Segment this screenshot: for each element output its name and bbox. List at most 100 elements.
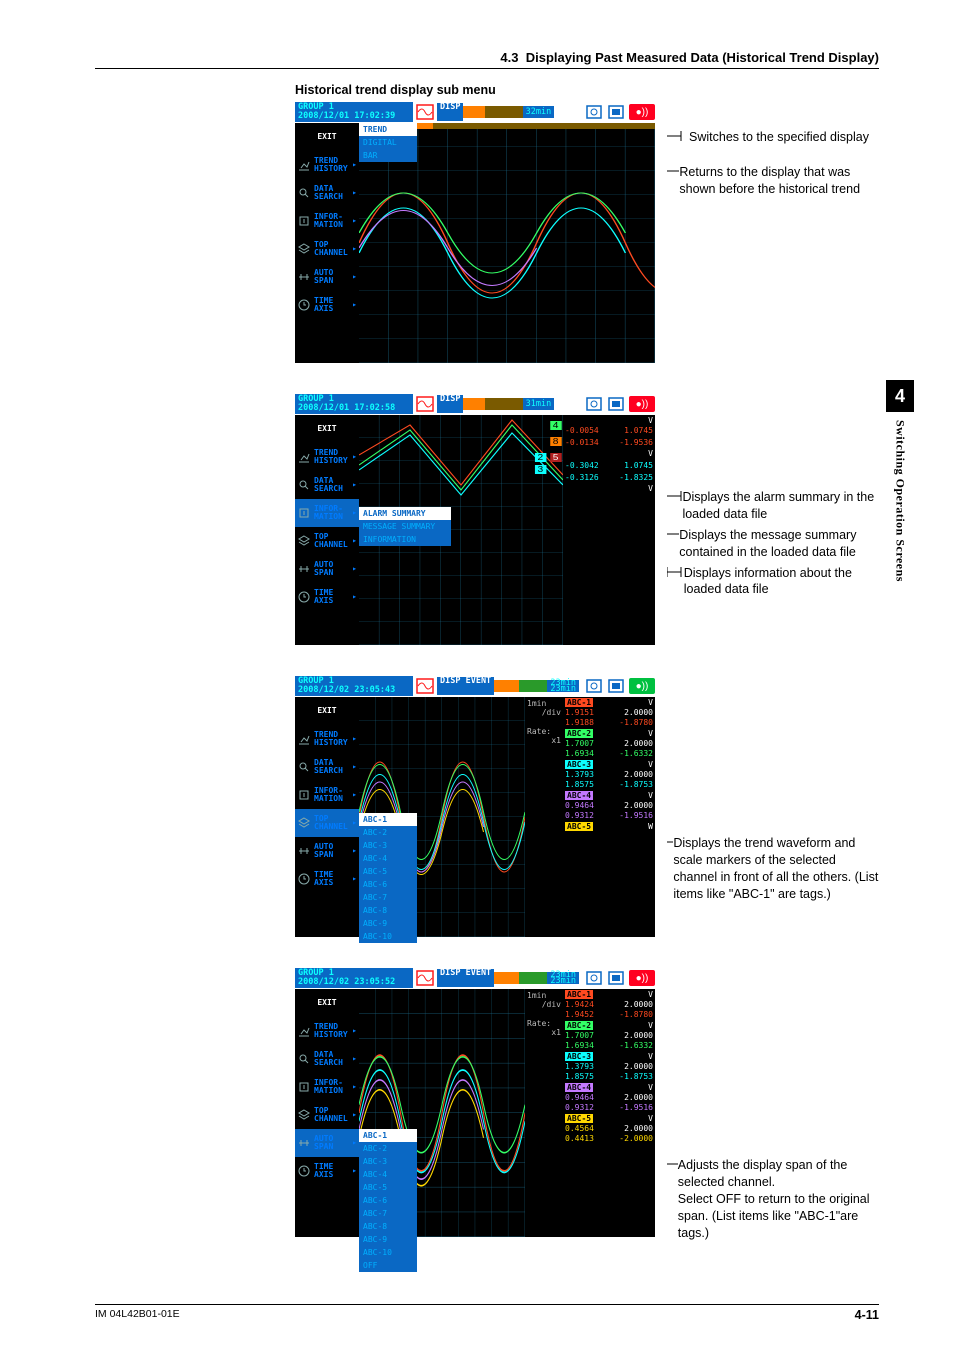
submenu-item[interactable]: ABC-10	[359, 1246, 417, 1259]
anno-fig2-2: Displays the message summary contained i…	[679, 527, 879, 561]
menu-data-search[interactable]: DATA SEARCH▸	[295, 753, 359, 781]
anno-fig4-2: Select OFF to return to the original spa…	[678, 1191, 879, 1242]
chevron-right-icon: ▸	[352, 481, 357, 489]
submenu-item[interactable]: ABC-3	[359, 1155, 417, 1168]
menu-trend-history[interactable]: TREND HISTORY▸	[295, 443, 359, 471]
menu-exit[interactable]: EXIT	[295, 989, 359, 1017]
submenu-item[interactable]: ALARM SUMMARY	[359, 507, 451, 520]
time-span: 32min	[523, 106, 555, 118]
chart-icon	[297, 158, 311, 172]
menu-top-channel[interactable]: TOP CHANNEL▸	[295, 809, 359, 837]
menu-exit[interactable]: EXIT	[295, 697, 359, 725]
submenu-item[interactable]: ABC-6	[359, 878, 417, 891]
wave-icon	[416, 970, 434, 986]
submenu-item[interactable]: OFF	[359, 1259, 417, 1272]
chevron-right-icon: ▸	[352, 847, 357, 855]
layers-icon	[297, 816, 311, 830]
menu-top-channel[interactable]: TOP CHANNEL▸	[295, 1101, 359, 1129]
submenu-item[interactable]: ABC-4	[359, 1168, 417, 1181]
menu-trend-history[interactable]: TREND HISTORY▸	[295, 151, 359, 179]
menu-auto-span[interactable]: AUTO SPAN▸	[295, 263, 359, 291]
menu-exit[interactable]: EXIT	[295, 123, 359, 151]
menu-time-axis[interactable]: TIME AXIS▸	[295, 583, 359, 611]
usb-icon	[607, 104, 625, 120]
submenu-item[interactable]: ABC-7	[359, 1207, 417, 1220]
submenu-item[interactable]: BAR	[359, 149, 417, 162]
record-indicator-icon: ●))	[629, 396, 655, 412]
time-span: 31min	[523, 398, 555, 410]
section-header: 4.3 Displaying Past Measured Data (Histo…	[95, 50, 879, 69]
layers-icon	[297, 242, 311, 256]
submenu-item[interactable]: ABC-9	[359, 917, 417, 930]
submenu-item[interactable]: ABC-9	[359, 1233, 417, 1246]
span-icon	[297, 844, 311, 858]
submenu-item[interactable]: ABC-6	[359, 1194, 417, 1207]
info-icon	[297, 506, 311, 520]
channel-values: V-0.00541.0745-0.0134-1.9536V-0.30421.07…	[563, 415, 655, 645]
info-icon	[297, 1080, 311, 1094]
menu-time-axis[interactable]: TIME AXIS▸	[295, 865, 359, 893]
chevron-right-icon: ▸	[352, 819, 357, 827]
submenu-item[interactable]: ABC-1	[359, 1129, 417, 1142]
figure-4: GROUP 12008/12/02 23:05:52 DISP EVENT 23…	[95, 967, 879, 1245]
menu-data-search[interactable]: DATA SEARCH▸	[295, 179, 359, 207]
submenu-item[interactable]: ABC-2	[359, 826, 417, 839]
svg-text:3: 3	[538, 465, 544, 474]
menu-data-search[interactable]: DATA SEARCH▸	[295, 1045, 359, 1073]
menu-infor-mation[interactable]: INFOR- MATION▸	[295, 781, 359, 809]
submenu-item[interactable]: INFORMATION	[359, 533, 451, 546]
doc-number: IM 04L42B01-01E	[95, 1308, 180, 1322]
wave-icon	[416, 396, 434, 412]
layers-icon	[297, 534, 311, 548]
usb-icon	[607, 396, 625, 412]
connector-icon	[667, 129, 689, 143]
group-timestamp: GROUP 12008/12/01 17:02:58	[295, 394, 413, 414]
submenu-item[interactable]: MESSAGE SUMMARY	[359, 520, 451, 533]
submenu-item[interactable]: ABC-10	[359, 930, 417, 943]
connector-icon	[667, 527, 679, 541]
anno-fig2-3: Displays information about the loaded da…	[684, 565, 879, 599]
clock-sync-icon	[585, 970, 603, 986]
record-indicator-icon: ●))	[629, 104, 655, 120]
info-icon	[297, 788, 311, 802]
menu-auto-span[interactable]: AUTO SPAN▸	[295, 555, 359, 583]
submenu-item[interactable]: TREND	[359, 123, 417, 136]
menu-auto-span[interactable]: AUTO SPAN▸	[295, 837, 359, 865]
menu-data-search[interactable]: DATA SEARCH▸	[295, 471, 359, 499]
submenu-item[interactable]: ABC-1	[359, 813, 417, 826]
figure-caption: Historical trend display sub menu	[295, 83, 879, 97]
submenu-item[interactable]: DIGITAL	[359, 136, 417, 149]
menu-time-axis[interactable]: TIME AXIS▸	[295, 1157, 359, 1185]
menu-infor-mation[interactable]: INFOR- MATION▸	[295, 207, 359, 235]
info-icon	[297, 214, 311, 228]
submenu-item[interactable]: ABC-4	[359, 852, 417, 865]
submenu-item[interactable]: ABC-8	[359, 1220, 417, 1233]
svg-text:4: 4	[553, 421, 559, 430]
menu-trend-history[interactable]: TREND HISTORY▸	[295, 725, 359, 753]
submenu-item[interactable]: ABC-7	[359, 891, 417, 904]
screenshot-fig2: GROUP 12008/12/01 17:02:58 DISP 31min ●)…	[295, 393, 655, 645]
menu-top-channel[interactable]: TOP CHANNEL▸	[295, 235, 359, 263]
chevron-right-icon: ▸	[352, 791, 357, 799]
search-icon	[297, 760, 311, 774]
submenu-item[interactable]: ABC-8	[359, 904, 417, 917]
chevron-right-icon: ▸	[352, 1111, 357, 1119]
group-timestamp: GROUP 12008/12/02 23:05:52	[295, 968, 413, 988]
svg-text:5: 5	[553, 453, 559, 462]
menu-exit[interactable]: EXIT	[295, 415, 359, 443]
span-icon	[297, 1136, 311, 1150]
menu-infor-mation[interactable]: INFOR- MATION▸	[295, 499, 359, 527]
submenu-item[interactable]: ABC-5	[359, 865, 417, 878]
submenu-item[interactable]: ABC-3	[359, 839, 417, 852]
search-icon	[297, 478, 311, 492]
menu-time-axis[interactable]: TIME AXIS▸	[295, 291, 359, 319]
menu-trend-history[interactable]: TREND HISTORY▸	[295, 1017, 359, 1045]
menu-top-channel[interactable]: TOP CHANNEL▸	[295, 527, 359, 555]
record-indicator-icon: ●))	[629, 678, 655, 694]
submenu-item[interactable]: ABC-5	[359, 1181, 417, 1194]
submenu-item[interactable]: ABC-2	[359, 1142, 417, 1155]
menu-auto-span[interactable]: AUTO SPAN▸	[295, 1129, 359, 1157]
channel-values: ABC-1V1.94242.00001.9452-1.8780ABC-2V1.7…	[563, 989, 655, 1237]
anno-fig4-1: Adjusts the display span of the selected…	[678, 1157, 879, 1191]
menu-infor-mation[interactable]: INFOR- MATION▸	[295, 1073, 359, 1101]
